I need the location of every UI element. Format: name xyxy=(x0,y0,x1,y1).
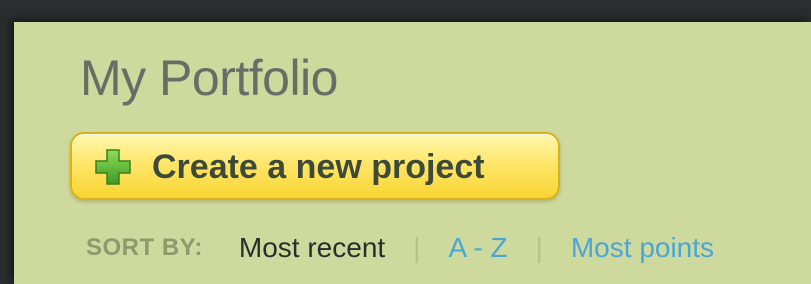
window-frame: My Portfolio Create a new project SORT B… xyxy=(0,0,811,284)
create-project-label: Create a new project xyxy=(152,148,485,186)
page-title: My Portfolio xyxy=(80,50,338,106)
sort-separator: | xyxy=(535,232,543,263)
create-project-button[interactable]: Create a new project xyxy=(70,132,560,200)
sort-by-label: SORT BY: xyxy=(86,234,203,261)
portfolio-panel: My Portfolio Create a new project SORT B… xyxy=(14,22,811,284)
plus-icon xyxy=(95,149,131,185)
sort-option-a-z[interactable]: A - Z xyxy=(448,232,507,264)
sort-separator: | xyxy=(413,232,421,263)
sort-option-most-points[interactable]: Most points xyxy=(571,232,714,264)
sort-bar: SORT BY: Most recent | A - Z | Most poin… xyxy=(86,228,714,268)
sort-option-most-recent[interactable]: Most recent xyxy=(239,232,385,264)
